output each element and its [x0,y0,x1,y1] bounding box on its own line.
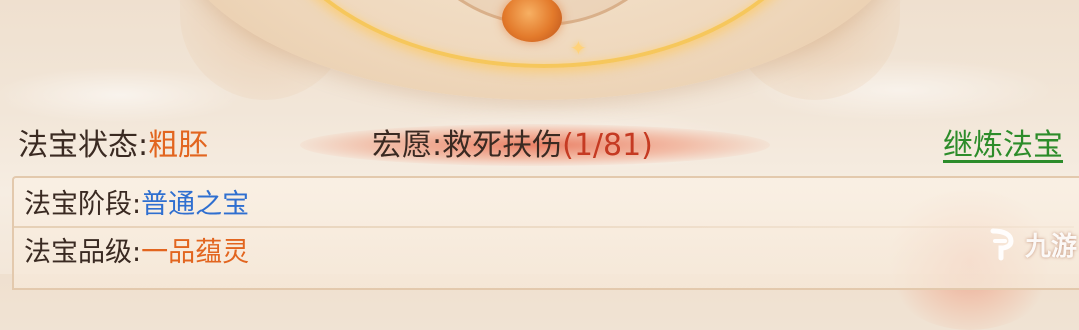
wish-progress: (1/81) [562,128,653,163]
artifact-info-panel: 法宝阶段:普通之宝 法宝品级:一品蕴灵 [12,176,1079,290]
wish-label: 宏愿 [372,128,432,163]
artifact-status-label: 法宝状态 [18,128,138,163]
wish-status: 宏愿:救死扶伤(1/81) [372,126,653,166]
artifact-status-value: 粗胚 [148,128,209,163]
artifact-status-separator: : [138,128,149,163]
status-row: 法宝状态:粗胚 宏愿:救死扶伤(1/81) 继炼法宝 [0,116,1079,172]
wish-name: 救死扶伤 [442,128,563,163]
row-divider [14,226,1074,228]
info-row-stage: 法宝阶段:普通之宝 [24,185,249,225]
sparkle-icon: ✦ [570,36,587,60]
stage-value: 普通之宝 [141,189,250,220]
watermark-logo-icon [985,227,1021,263]
watermark-text: 九游 [1025,232,1078,262]
watermark: 九游 [985,226,1077,263]
wish-separator: : [432,128,443,163]
grade-separator: : [132,237,142,268]
stage-label: 法宝阶段 [24,189,132,220]
grade-value: 一品蕴灵 [141,237,250,268]
refine-artifact-link[interactable]: 继炼法宝 [943,126,1063,166]
info-row-grade: 法宝品级:一品蕴灵 [24,233,249,273]
artifact-status: 法宝状态:粗胚 [18,126,208,166]
stage-separator: : [132,189,142,220]
grade-label: 法宝品级 [24,237,132,268]
